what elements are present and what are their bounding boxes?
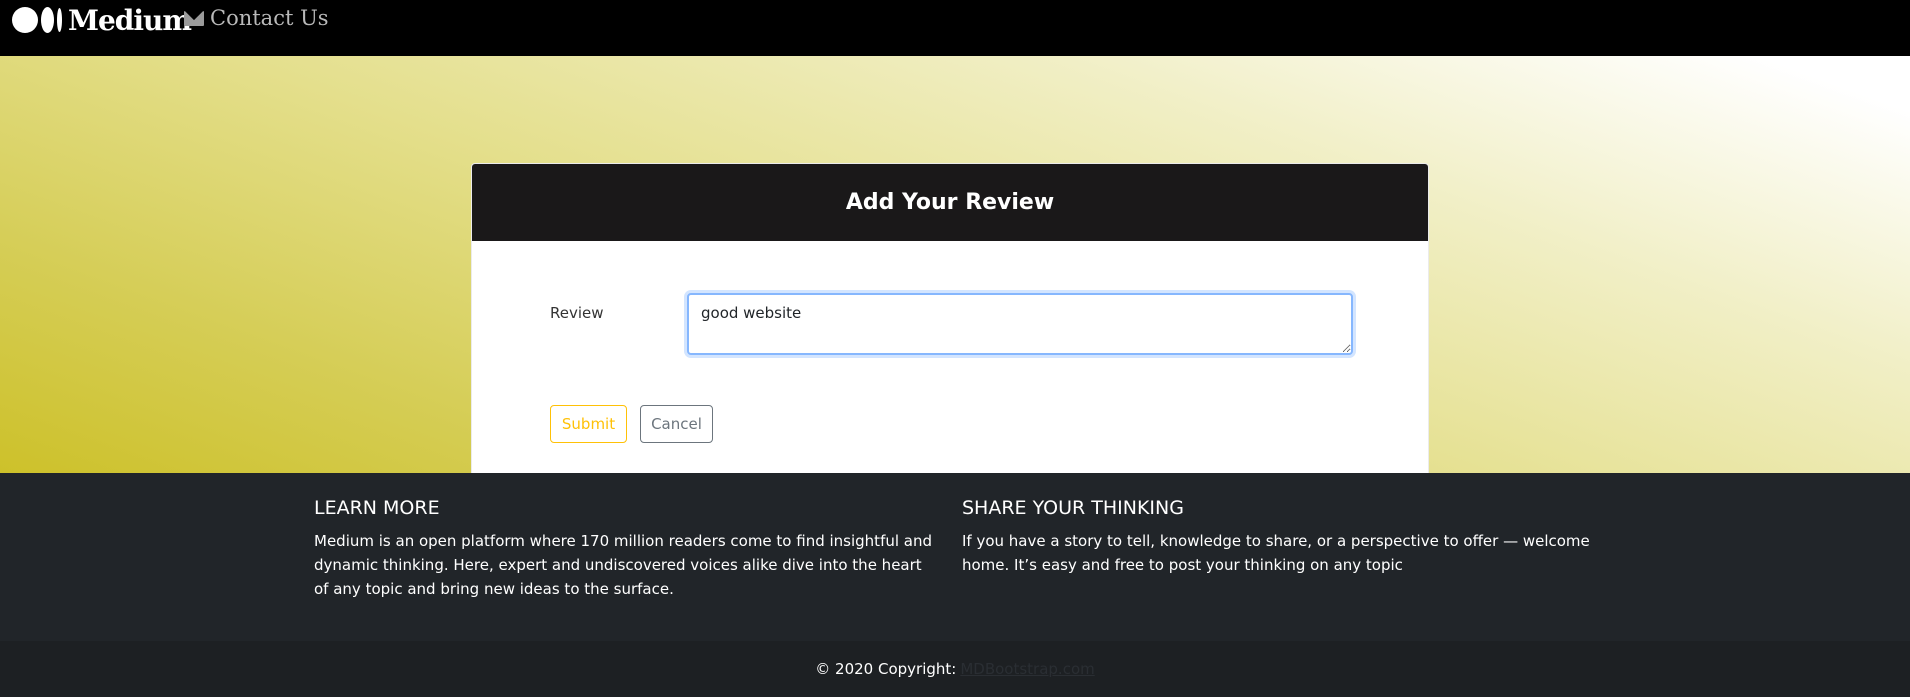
- brand-logo-link[interactable]: Medium: [12, 3, 192, 37]
- brand-name: Medium: [68, 3, 192, 37]
- copyright-bar: © 2020 Copyright: MDBootstrap.com: [0, 641, 1910, 697]
- footer-share-thinking: SHARE YOUR THINKING If you have a story …: [962, 497, 1602, 577]
- hero-section: Add Your Review Review Submit Cancel: [0, 56, 1910, 488]
- card-header: Add Your Review: [472, 164, 1428, 241]
- card-body: Review Submit Cancel: [472, 241, 1428, 487]
- learn-more-heading: LEARN MORE: [314, 497, 440, 519]
- card-title: Add Your Review: [845, 190, 1055, 215]
- medium-logo-icon: [12, 7, 62, 33]
- review-textarea[interactable]: [687, 293, 1353, 355]
- footer-learn-more: LEARN MORE Medium is an open platform wh…: [314, 497, 939, 601]
- copyright-link[interactable]: MDBootstrap.com: [960, 660, 1094, 678]
- review-card: Add Your Review Review Submit Cancel: [471, 163, 1429, 488]
- contact-us-label: Contact Us: [210, 6, 329, 30]
- top-navbar: Medium Contact Us: [0, 0, 1910, 56]
- cancel-button[interactable]: Cancel: [640, 405, 713, 443]
- share-thinking-heading: SHARE YOUR THINKING: [962, 497, 1184, 519]
- review-label: Review: [550, 304, 604, 322]
- share-thinking-text: If you have a story to tell, knowledge t…: [962, 532, 1590, 574]
- submit-button[interactable]: Submit: [550, 405, 627, 443]
- footer: LEARN MORE Medium is an open platform wh…: [0, 473, 1910, 641]
- learn-more-text: Medium is an open platform where 170 mil…: [314, 532, 933, 598]
- contact-us-link[interactable]: Contact Us: [184, 6, 329, 30]
- copyright-text: © 2020 Copyright:: [815, 660, 957, 678]
- envelope-icon: [184, 10, 204, 26]
